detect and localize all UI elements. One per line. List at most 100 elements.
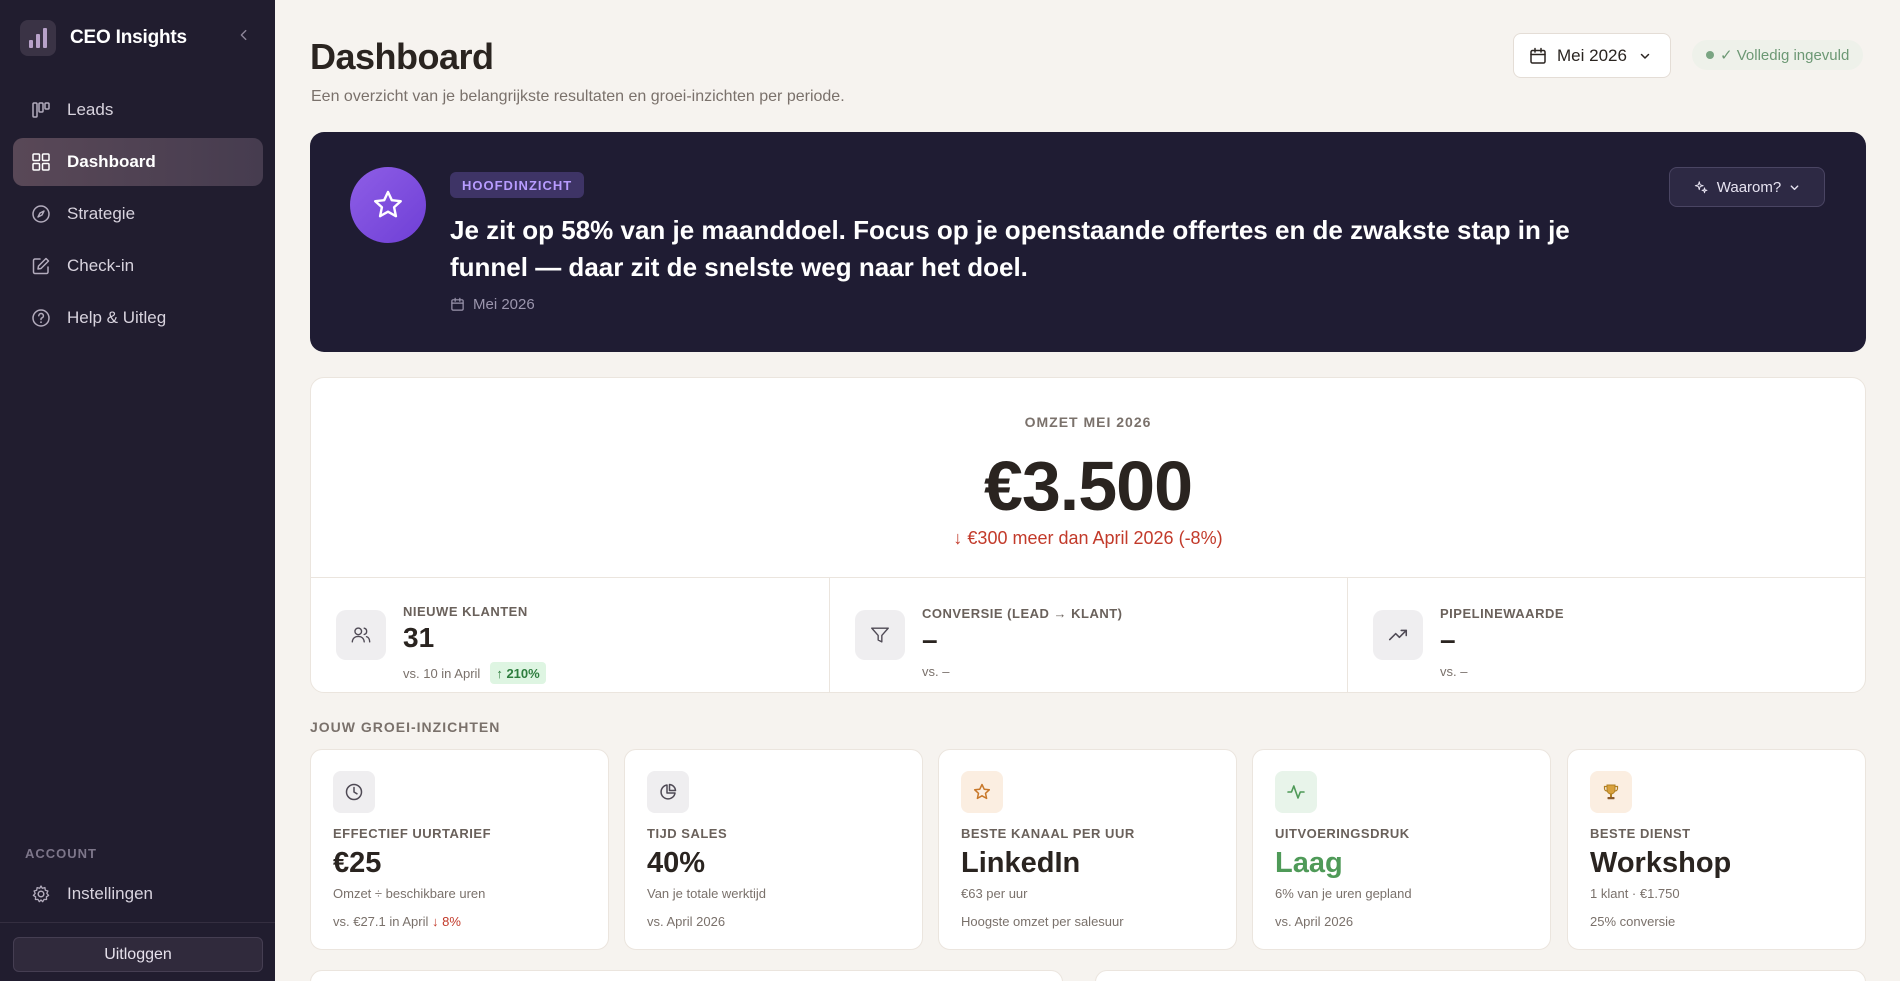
kanban-icon bbox=[31, 100, 51, 120]
kpi-growth-badge: ↑ 210% bbox=[490, 662, 546, 684]
page-subtitle: Een overzicht van je belangrijkste resul… bbox=[311, 88, 845, 105]
insight-value: Workshop bbox=[1590, 847, 1732, 879]
insight-value: Laag bbox=[1275, 847, 1343, 879]
revenue-card: OMZET MEI 2026 €3.500 ↓ €300 meer dan Ap… bbox=[310, 377, 1866, 693]
status-text: ✓ Volledig ingevuld bbox=[1720, 47, 1850, 64]
status-dot bbox=[1706, 51, 1714, 59]
compass-icon bbox=[31, 204, 51, 224]
sidebar-item-dashboard[interactable]: Dashboard bbox=[13, 138, 263, 186]
calendar-icon bbox=[451, 297, 464, 311]
insight-comparison: Hoogste omzet per salesuur bbox=[961, 914, 1124, 929]
chevron-down-icon bbox=[1790, 184, 1799, 190]
insight-label: UITVOERINGSDRUK bbox=[1275, 826, 1410, 841]
insight-label: BESTE DIENST bbox=[1590, 826, 1691, 841]
sidebar-item-settings[interactable]: Instellingen bbox=[13, 870, 263, 918]
page-title: Dashboard bbox=[310, 36, 494, 77]
brand-name: CEO Insights bbox=[70, 27, 187, 48]
kpi-label: NIEUWE KLANTEN bbox=[403, 604, 528, 619]
main-insight-card: HOOFDINZICHT Je zit op 58% van je maandd… bbox=[310, 132, 1866, 352]
users-icon bbox=[336, 610, 386, 660]
sidebar-item-label: Dashboard bbox=[67, 152, 156, 171]
pie-chart-icon bbox=[647, 771, 689, 813]
clock-icon bbox=[333, 771, 375, 813]
calendar-icon bbox=[1530, 47, 1546, 64]
star-icon bbox=[961, 771, 1003, 813]
lower-card-right bbox=[1095, 970, 1866, 981]
grid-icon bbox=[31, 152, 51, 172]
help-circle-icon bbox=[31, 308, 51, 328]
insight-card-sales-time[interactable]: TIJD SALES 40% Van je totale werktijd vs… bbox=[624, 749, 923, 950]
insight-description: Omzet ÷ beschikbare uren bbox=[333, 886, 486, 901]
insight-value: 40% bbox=[647, 847, 706, 879]
collapse-sidebar-chevron-left-icon[interactable] bbox=[236, 28, 252, 48]
brand[interactable]: CEO Insights bbox=[20, 20, 187, 56]
sidebar-item-label: Leads bbox=[67, 100, 114, 119]
kpi-value: 31 bbox=[403, 622, 435, 653]
insight-description: Van je totale werktijd bbox=[647, 886, 766, 901]
insight-comparison: vs. April 2026 bbox=[647, 914, 726, 929]
completion-status-badge: ✓ Volledig ingevuld bbox=[1692, 40, 1864, 70]
sidebar-divider bbox=[0, 922, 275, 923]
kpi-label: PIPELINEWAARDE bbox=[1440, 606, 1565, 621]
period-select-value: Mei 2026 bbox=[1557, 45, 1627, 65]
why-button[interactable]: Waarom? bbox=[1669, 167, 1825, 207]
star-icon bbox=[350, 167, 426, 243]
kpi-comparison: vs. 10 in April ↑ 210% bbox=[403, 662, 546, 684]
lower-card-left bbox=[310, 970, 1063, 981]
logout-button[interactable]: Uitloggen bbox=[13, 937, 263, 972]
kpi-label: CONVERSIE (LEAD → KLANT) bbox=[922, 606, 1123, 621]
kpi-conversion: CONVERSIE (LEAD → KLANT) – vs. – bbox=[829, 578, 1347, 692]
insight-date-text: Mei 2026 bbox=[473, 296, 535, 313]
insight-card-best-channel[interactable]: BESTE KANAAL PER UUR LinkedIn €63 per uu… bbox=[938, 749, 1237, 950]
insight-card-hourly-rate[interactable]: EFFECTIEF UURTARIEF €25 Omzet ÷ beschikb… bbox=[310, 749, 609, 950]
insight-date: Mei 2026 bbox=[450, 296, 535, 313]
sidebar-item-check-in[interactable]: Check-in bbox=[13, 242, 263, 290]
insight-value: €25 bbox=[333, 847, 382, 879]
trending-up-icon bbox=[1373, 610, 1423, 660]
sidebar-nav: Leads Dashboard Strategie Check-in Help … bbox=[13, 86, 263, 346]
insight-value: LinkedIn bbox=[961, 847, 1081, 879]
insight-comparison-text: vs. €27.1 in April bbox=[333, 914, 429, 929]
revenue-delta: ↓ €300 meer dan April 2026 (-8%) bbox=[953, 528, 1223, 548]
activity-icon bbox=[1275, 771, 1317, 813]
trophy-icon bbox=[1590, 771, 1632, 813]
edit-icon bbox=[31, 256, 51, 276]
bar-chart-logo-icon bbox=[20, 20, 56, 56]
sidebar-item-label: Help & Uitleg bbox=[67, 308, 167, 327]
insight-tag: HOOFDINZICHT bbox=[450, 172, 585, 198]
sidebar: CEO Insights Leads Dashboard Strategie C… bbox=[0, 0, 275, 981]
sidebar-item-help[interactable]: Help & Uitleg bbox=[13, 294, 263, 342]
insight-description: 1 klant · €1.750 bbox=[1590, 886, 1680, 901]
insight-comparison: vs. April 2026 bbox=[1275, 914, 1354, 929]
insight-card-best-service[interactable]: BESTE DIENST Workshop 1 klant · €1.750 2… bbox=[1567, 749, 1866, 950]
insight-comparison: 25% conversie bbox=[1590, 914, 1676, 929]
insight-label: EFFECTIEF UURTARIEF bbox=[333, 826, 492, 841]
insight-comparison: vs. €27.1 in April ↓ 8% bbox=[333, 914, 461, 929]
insight-label: TIJD SALES bbox=[647, 826, 728, 841]
revenue-value: €3.500 bbox=[983, 447, 1193, 525]
gear-icon bbox=[31, 884, 51, 904]
insight-description: €63 per uur bbox=[961, 886, 1028, 901]
funnel-icon bbox=[855, 610, 905, 660]
sidebar-item-label: Check-in bbox=[67, 256, 135, 275]
period-select[interactable]: Mei 2026 bbox=[1513, 33, 1671, 78]
sidebar-item-label: Strategie bbox=[67, 204, 136, 223]
insight-label: BESTE KANAAL PER UUR bbox=[961, 826, 1135, 841]
main-content: Dashboard Een overzicht van je belangrij… bbox=[275, 0, 1900, 981]
insight-card-execution-pressure[interactable]: UITVOERINGSDRUK Laag 6% van je uren gepl… bbox=[1252, 749, 1551, 950]
insight-negative-change: ↓ 8% bbox=[432, 914, 461, 929]
kpi-comparison: vs. – bbox=[922, 664, 950, 679]
kpi-comparison-text: vs. 10 in April bbox=[403, 665, 481, 681]
insight-description: 6% van je uren gepland bbox=[1275, 886, 1412, 901]
sidebar-item-strategie[interactable]: Strategie bbox=[13, 190, 263, 238]
sidebar-item-leads[interactable]: Leads bbox=[13, 86, 263, 134]
insight-text: Je zit op 58% van je maanddoel. Focus op… bbox=[450, 215, 1570, 282]
revenue-label: OMZET MEI 2026 bbox=[1024, 414, 1152, 430]
kpi-pipeline-value: PIPELINEWAARDE – vs. – bbox=[1347, 578, 1865, 692]
kpi-value: – bbox=[922, 624, 938, 655]
kpi-new-customers: NIEUWE KLANTEN 31 vs. 10 in April ↑ 210% bbox=[311, 578, 829, 692]
kpi-value: – bbox=[1440, 624, 1456, 655]
why-button-label: Waarom? bbox=[1716, 178, 1782, 196]
chevron-down-icon bbox=[1640, 53, 1650, 59]
growth-insights-title: JOUW GROEI-INZICHTEN bbox=[310, 719, 501, 735]
